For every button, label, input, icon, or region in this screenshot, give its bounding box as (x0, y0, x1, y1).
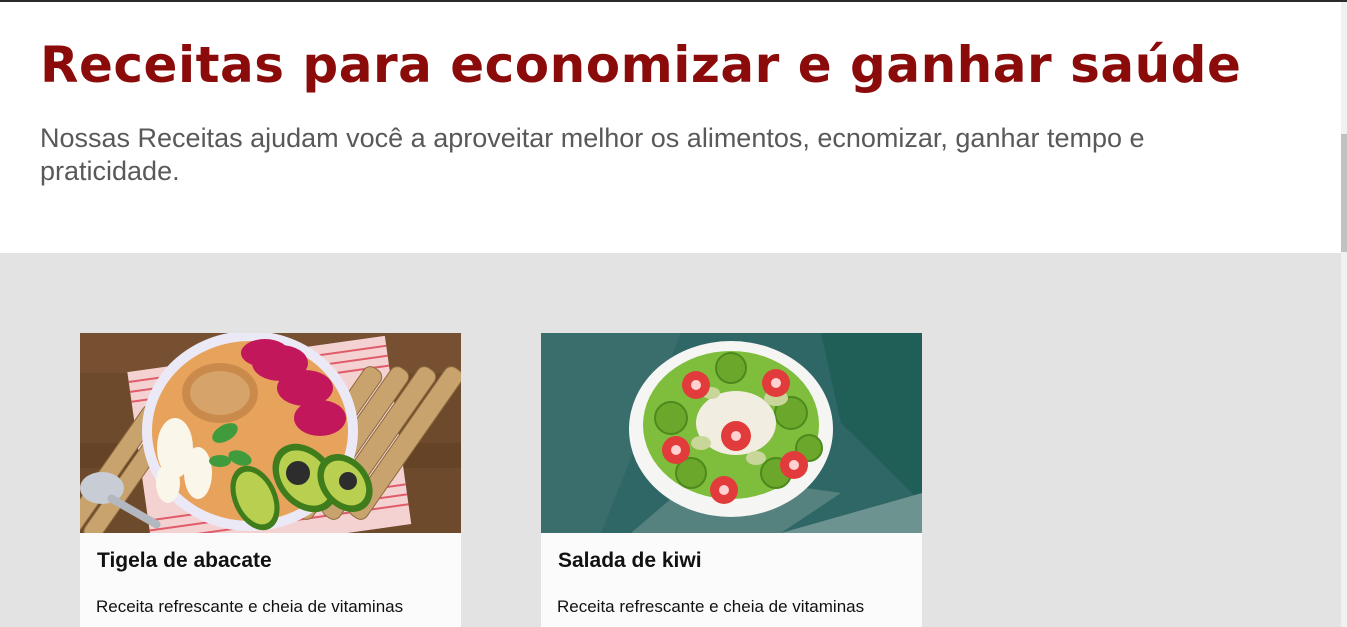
recipe-card-avocado-bowl[interactable]: Tigela de abacate Receita refrescante e … (80, 333, 461, 627)
recipe-title[interactable]: Tigela de abacate (97, 549, 272, 573)
recipe-title[interactable]: Salada de kiwi (558, 549, 702, 573)
recipes-section: Tigela de abacate Receita refrescante e … (0, 253, 1341, 627)
page-scrollbar[interactable] (1341, 2, 1347, 627)
recipe-description: Receita refrescante e cheia de vitaminas (96, 597, 404, 616)
hero-header: Receitas para economizar e ganhar saúde … (0, 2, 1341, 253)
page-subtitle: Nossas Receitas ajudam você a aproveitar… (40, 123, 1145, 186)
avocado-bowl-image (80, 333, 461, 533)
recipe-card-kiwi-salad[interactable]: Salada de kiwi Receita refrescante e che… (541, 333, 922, 627)
page-title: Receitas para economizar e ganhar saúde (40, 36, 1242, 94)
kiwi-salad-image (541, 333, 922, 533)
recipe-description: Receita refrescante e cheia de vitaminas (557, 597, 865, 616)
scrollbar-thumb[interactable] (1341, 134, 1347, 252)
